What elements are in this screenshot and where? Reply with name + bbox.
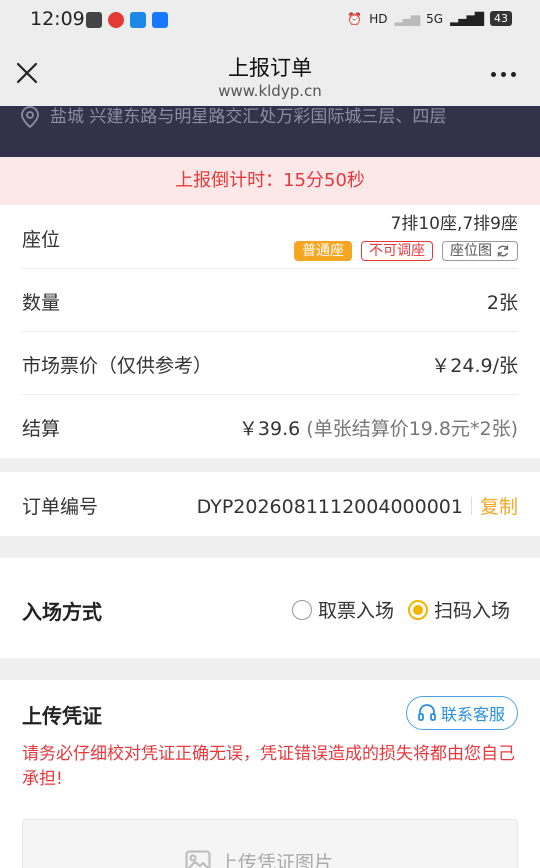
entry-method-options: 取票入场 扫码入场 [291, 596, 510, 623]
seat-label: 座位 [22, 229, 61, 251]
quantity-row: 数量 2张 [22, 269, 518, 332]
battery-icon: 43 [490, 11, 512, 26]
upload-proof-title: 上传凭证 [22, 704, 102, 728]
no-seat-change-badge: 不可调座 [361, 241, 433, 261]
signal-icon: ▂▄▆ [394, 11, 420, 26]
market-price-row: 市场票价（仅供参考） ￥24.9/张 [22, 332, 518, 395]
entry-option-label: 扫码入场 [433, 600, 510, 622]
order-number-label: 订单编号 [22, 496, 99, 518]
app-notification-icon [130, 12, 146, 28]
headset-icon [418, 704, 436, 721]
app-notification-icon [86, 12, 102, 28]
entry-method-title: 入场方式 [22, 600, 102, 624]
hd-icon: HD [369, 11, 388, 26]
divider [470, 497, 472, 515]
alarm-icon: ⏰ [347, 11, 363, 26]
system-icons: ⏰ HD ▂▄▆ 5G ▂▄▆█ 43 [347, 11, 512, 26]
radio-checked-icon [407, 599, 428, 620]
seat-tags: 普通座 不可调座 座位图 [294, 241, 518, 261]
status-time: 12:09 [30, 8, 85, 30]
seat-map-button[interactable]: 座位图 [442, 241, 518, 261]
alipay-icon [152, 12, 168, 28]
seat-value: 7排10座,7排9座 [390, 214, 518, 234]
entry-option-label: 取票入场 [317, 600, 394, 622]
signal-icon: ▂▄▆█ [450, 11, 484, 26]
contact-service-button[interactable]: 联系客服 [405, 696, 518, 730]
upload-image-label: 上传凭证图片 [219, 852, 334, 868]
proof-warning: 请务必仔细校对凭证正确无误，凭证错误造成的损失将都由您自己承担! [22, 744, 515, 789]
quantity-value: 2张 [486, 292, 518, 314]
cinema-address: 盐城 兴建东路与明星路交汇处万彩国际城三层、四层 [50, 107, 447, 127]
order-number: DYP2026081112004000001 [196, 496, 463, 518]
more-icon[interactable] [491, 72, 516, 77]
cinema-address-bar: 盐城 兴建东路与明星路交汇处万彩国际城三层、四层 [0, 106, 540, 157]
settlement-row: 结算 ￥39.6 (单张结算价19.8元*2张) [22, 395, 518, 458]
contact-service-label: 联系客服 [440, 705, 505, 724]
seat-map-label: 座位图 [450, 243, 492, 259]
order-info-card: 座位 7排10座,7排9座 普通座 不可调座 座位图 数量 2张 市场票价（仅供… [0, 205, 540, 458]
page-header: 上报订单 www.kldyp.cn [0, 40, 540, 106]
copy-button[interactable]: 复制 [480, 496, 518, 518]
seat-row: 座位 7排10座,7排9座 普通座 不可调座 座位图 [22, 205, 518, 269]
settlement-detail: (单张结算价19.8元*2张) [306, 418, 518, 440]
location-pin-icon [20, 106, 40, 132]
entry-option-scan[interactable]: 扫码入场 [407, 596, 510, 623]
status-bar: 12:09 ⏰ HD ▂▄▆ 5G ▂▄▆█ 43 [0, 0, 540, 40]
order-number-group: DYP2026081112004000001 复制 [197, 492, 518, 519]
refresh-icon [497, 245, 509, 257]
page-title: 上报订单 [228, 56, 312, 80]
order-number-card: 订单编号 DYP2026081112004000001 复制 [0, 472, 540, 536]
settlement-value-group: ￥39.6 (单张结算价19.8元*2张) [239, 414, 518, 441]
upload-proof-card: 上传凭证 联系客服 请务必仔细校对凭证正确无误，凭证错误造成的损失将都由您自己承… [0, 680, 540, 868]
report-countdown: 上报倒计时：15分50秒 [0, 157, 540, 205]
market-price-label: 市场票价（仅供参考） [22, 355, 213, 377]
image-icon [185, 850, 211, 868]
ordinary-seat-badge: 普通座 [294, 241, 352, 261]
settlement-label: 结算 [22, 418, 61, 440]
quantity-label: 数量 [22, 292, 61, 314]
page-url: www.kldyp.cn [218, 82, 322, 100]
radio-unchecked-icon [291, 599, 312, 620]
upload-image-area[interactable]: 上传凭证图片 [22, 819, 518, 868]
entry-method-card: 入场方式 取票入场 扫码入场 [0, 558, 540, 658]
entry-option-ticket[interactable]: 取票入场 [291, 596, 394, 623]
order-number-row: 订单编号 DYP2026081112004000001 复制 [22, 472, 518, 536]
settlement-amount: ￥39.6 [238, 418, 301, 440]
network-type: 5G [426, 11, 444, 26]
app-notification-icon [108, 12, 124, 28]
market-price-value: ￥24.9/张 [431, 355, 518, 377]
notification-icons [86, 12, 168, 28]
